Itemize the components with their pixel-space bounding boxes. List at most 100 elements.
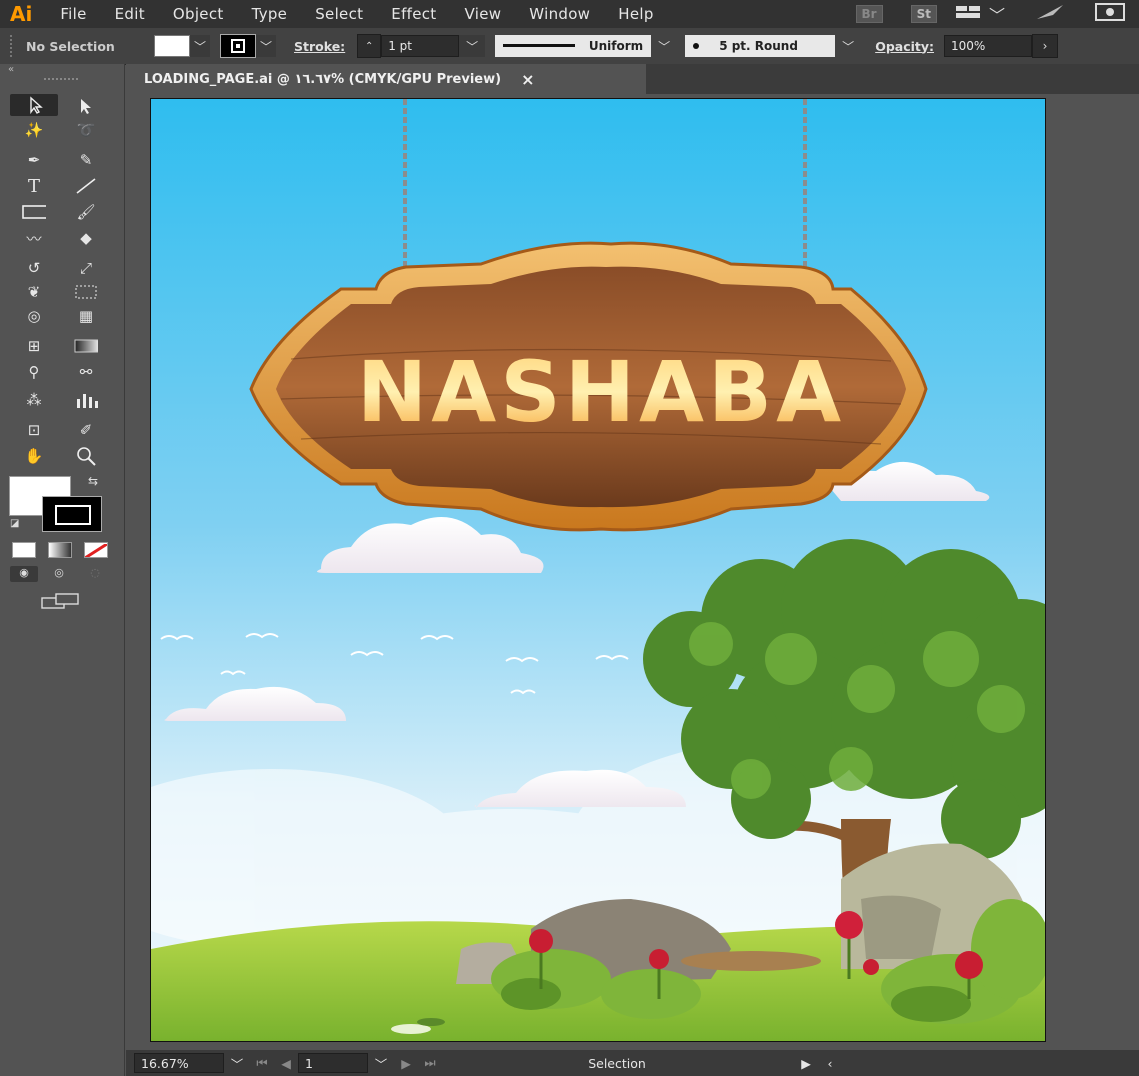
menu-right-group: Br St ﹀: [842, 0, 1139, 28]
mesh-tool-icon[interactable]: ⊞: [22, 336, 46, 356]
rectangle-tool-icon[interactable]: [22, 202, 46, 222]
document-tab-title: LOADING_PAGE.ai @ ١٦.٦٧% (CMYK/GPU Previ…: [144, 71, 502, 87]
selection-tool-icon[interactable]: [10, 94, 58, 116]
search-help-icon[interactable]: [1095, 3, 1125, 25]
artboard-tool-icon[interactable]: ⊡: [22, 420, 46, 440]
scroll-left-icon[interactable]: ‹: [820, 1056, 840, 1071]
chevron-down-icon[interactable]: ﹀: [989, 2, 1005, 26]
workspace-icon[interactable]: [955, 4, 985, 24]
free-transform-icon[interactable]: [74, 282, 98, 302]
profile-dropdown[interactable]: ﹀: [651, 35, 678, 57]
hand-tool-icon[interactable]: ✋: [22, 446, 46, 466]
gradient-mode-icon[interactable]: [48, 542, 72, 558]
status-menu-arrow-icon[interactable]: ▶: [792, 1056, 820, 1071]
sign-text: NASHABA: [357, 343, 845, 441]
last-artboard-icon[interactable]: ⏭: [418, 1055, 442, 1071]
grip-icon: [10, 35, 16, 57]
menu-bar: Ai File Edit Object Type Select Effect V…: [0, 0, 1139, 28]
gradient-tool-icon[interactable]: [74, 336, 98, 356]
none-mode-icon[interactable]: [84, 542, 108, 558]
swap-colors-icon[interactable]: ⇆: [88, 474, 98, 488]
menu-file[interactable]: File: [46, 5, 100, 23]
symbol-sprayer-icon[interactable]: ⁂: [22, 390, 46, 410]
fill-swatch[interactable]: [154, 35, 190, 57]
draw-normal-icon[interactable]: ◉: [10, 566, 38, 582]
magic-wand-icon[interactable]: ✨: [22, 120, 46, 140]
artwork: NASHABA: [151, 99, 1045, 1041]
stock-button[interactable]: St: [910, 5, 937, 23]
zoom-tool-icon[interactable]: [74, 446, 98, 466]
menu-view[interactable]: View: [451, 5, 516, 23]
status-bar: 16.67% ﹀ ⏮ ◀ 1 ﹀ ▶ ⏭ Selection ▶ ‹: [126, 1050, 1139, 1076]
stroke-color-box[interactable]: [42, 496, 102, 532]
control-bar: No Selection ﹀ ﹀ Stroke: ⌃ 1 pt ﹀ Unifor…: [0, 28, 1139, 65]
scale-tool-icon[interactable]: ⤢: [74, 258, 98, 278]
feather-icon[interactable]: [1035, 3, 1065, 25]
blend-tool-icon[interactable]: ⚯: [74, 362, 98, 382]
curvature-tool-icon[interactable]: ✎: [74, 150, 98, 170]
menu-window[interactable]: Window: [515, 5, 604, 23]
opacity-arrow[interactable]: ›: [1032, 34, 1059, 58]
slice-tool-icon[interactable]: ✐: [74, 420, 98, 440]
color-mode-icon[interactable]: [12, 542, 36, 558]
zoom-dropdown[interactable]: ﹀: [224, 1054, 250, 1073]
variable-width-profile[interactable]: Uniform: [495, 35, 652, 57]
draw-behind-icon[interactable]: ◎: [48, 566, 70, 582]
canvas-area[interactable]: NASHABA: [126, 94, 1139, 1050]
menu-edit[interactable]: Edit: [101, 5, 159, 23]
stroke-stepper-icon[interactable]: ⌃: [357, 34, 382, 58]
tools-panel: « ✨ ➰ ✒ ✎ T 🖌 〰 ◆ ↺ ⤢ ❦ ◎ ▦ ⊞ ⚲ ⚯ ⁂ ⊡ ✐ …: [0, 64, 125, 1076]
document-tab[interactable]: LOADING_PAGE.ai @ ١٦.٦٧% (CMYK/GPU Previ…: [126, 64, 646, 94]
shape-builder-icon[interactable]: ◎: [22, 306, 46, 326]
pen-tool-icon[interactable]: ✒: [22, 150, 46, 170]
stroke-dropdown[interactable]: ﹀: [256, 35, 276, 57]
direct-selection-tool-icon[interactable]: [74, 96, 98, 116]
panel-grip: [44, 78, 78, 83]
line-tool-icon[interactable]: [74, 176, 98, 196]
stroke-swatch[interactable]: [220, 34, 256, 58]
stroke-weight-input[interactable]: 1 pt: [381, 35, 460, 57]
brush-definition[interactable]: 5 pt. Round: [685, 35, 836, 57]
artboard-number-input[interactable]: 1: [298, 1053, 368, 1073]
stroke-label[interactable]: Stroke:: [294, 39, 345, 54]
menu-type[interactable]: Type: [238, 5, 302, 23]
stroke-weight-dropdown[interactable]: ﹀: [459, 35, 486, 57]
draw-inside-icon[interactable]: ◌: [84, 566, 106, 582]
opacity-label[interactable]: Opacity:: [875, 39, 934, 54]
paintbrush-icon[interactable]: 🖌: [74, 202, 98, 222]
opacity-input[interactable]: 100%: [944, 35, 1033, 57]
brush-label: 5 pt. Round: [719, 39, 798, 53]
warp-tool-icon[interactable]: ❦: [22, 282, 46, 302]
default-colors-icon[interactable]: ◪: [10, 518, 19, 529]
artboard-dropdown[interactable]: ﹀: [368, 1054, 394, 1073]
menu-effect[interactable]: Effect: [377, 5, 450, 23]
artboard[interactable]: NASHABA: [150, 98, 1046, 1042]
document-tabs: LOADING_PAGE.ai @ ١٦.٦٧% (CMYK/GPU Previ…: [126, 64, 1139, 94]
close-icon[interactable]: ×: [521, 70, 534, 89]
app-logo: Ai: [10, 2, 33, 26]
panel-collapse-icon[interactable]: «: [8, 64, 14, 75]
menu-object[interactable]: Object: [159, 5, 238, 23]
status-tool-name: Selection: [588, 1055, 646, 1071]
menu-select[interactable]: Select: [301, 5, 377, 23]
brush-dropdown[interactable]: ﹀: [835, 35, 862, 57]
eyedropper-icon[interactable]: ⚲: [22, 362, 46, 382]
first-artboard-icon[interactable]: ⏮: [250, 1055, 274, 1071]
eraser-icon[interactable]: ◆: [74, 228, 98, 248]
profile-label: Uniform: [588, 39, 644, 53]
shaper-tool-icon[interactable]: 〰: [22, 228, 46, 248]
column-graph-icon[interactable]: [74, 390, 98, 410]
prev-artboard-icon[interactable]: ◀: [274, 1056, 298, 1071]
screen-mode-icon[interactable]: [40, 592, 82, 614]
zoom-input[interactable]: 16.67%: [134, 1053, 224, 1073]
brush-dot-icon: [693, 43, 700, 49]
rotate-tool-icon[interactable]: ↺: [22, 258, 46, 278]
bridge-button[interactable]: Br: [855, 5, 883, 23]
selection-status: No Selection: [26, 38, 115, 54]
perspective-grid-icon[interactable]: ▦: [74, 306, 98, 326]
next-artboard-icon[interactable]: ▶: [394, 1056, 418, 1071]
fill-dropdown[interactable]: ﹀: [190, 35, 210, 57]
type-tool-icon[interactable]: T: [22, 176, 46, 197]
lasso-icon[interactable]: ➰: [74, 120, 98, 140]
menu-help[interactable]: Help: [604, 5, 667, 23]
